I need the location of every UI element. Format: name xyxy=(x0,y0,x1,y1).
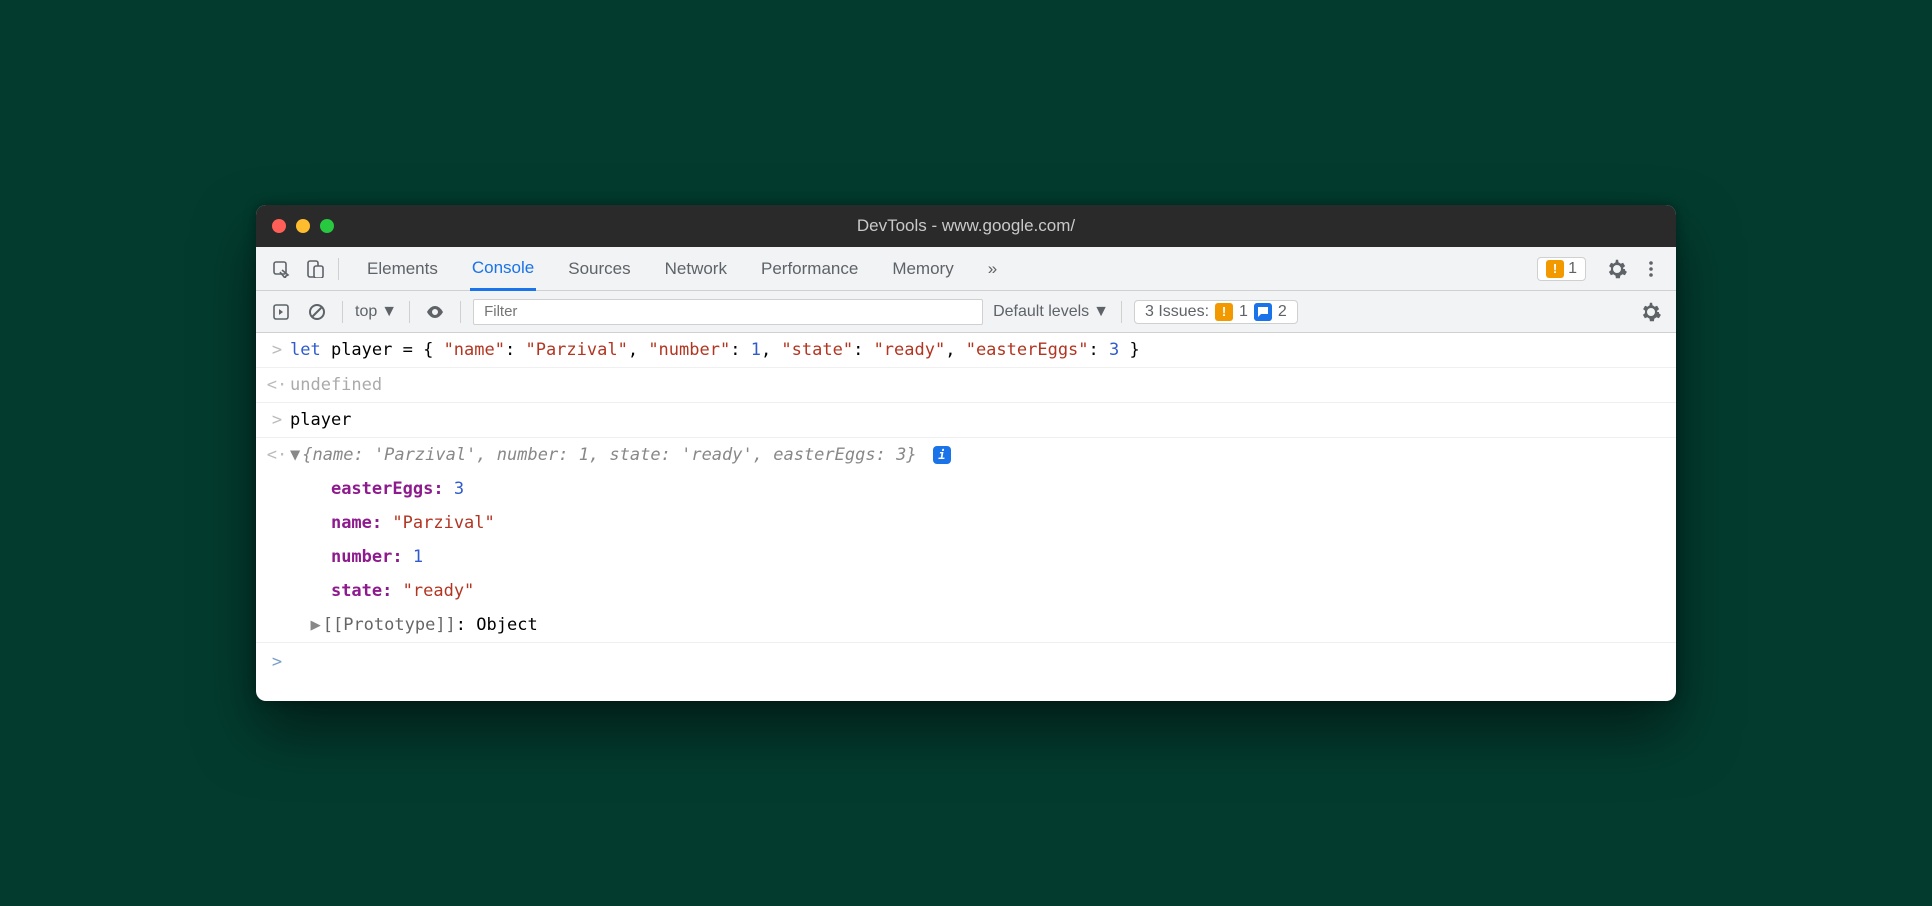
console-toolbar: top ▼ Default levels ▼ 3 Issues: ! 1 2 xyxy=(256,291,1676,333)
live-expression-icon[interactable] xyxy=(422,299,448,325)
warning-icon: ! xyxy=(1546,260,1564,278)
console-code: player xyxy=(290,405,1668,435)
input-prompt-icon: > xyxy=(264,335,290,365)
devtools-window: DevTools - www.google.com/ Elements Cons… xyxy=(256,205,1676,701)
info-icon[interactable]: i xyxy=(933,446,951,464)
window-title: DevTools - www.google.com/ xyxy=(857,216,1075,236)
chevron-down-icon: ▼ xyxy=(1093,303,1109,321)
filter-input[interactable] xyxy=(473,299,983,325)
console-sidebar-icon[interactable] xyxy=(268,299,294,325)
zoom-icon[interactable] xyxy=(320,219,334,233)
warnings-badge[interactable]: ! 1 xyxy=(1537,257,1586,281)
message-icon xyxy=(1254,303,1272,321)
console-output: > let player = { "name": "Parzival", "nu… xyxy=(256,333,1676,701)
triangle-right-icon[interactable]: ▶ xyxy=(310,610,320,640)
tab-network[interactable]: Network xyxy=(663,247,729,291)
console-input-row[interactable]: > player xyxy=(256,403,1676,438)
issues-msg-count: 2 xyxy=(1278,303,1287,321)
clear-console-icon[interactable] xyxy=(304,299,330,325)
separator xyxy=(1121,301,1122,323)
separator xyxy=(338,258,339,280)
console-output-row: <· undefined xyxy=(256,368,1676,403)
minimize-icon[interactable] xyxy=(296,219,310,233)
issues-button[interactable]: 3 Issues: ! 1 2 xyxy=(1134,300,1298,324)
context-label: top xyxy=(355,303,377,321)
warning-icon: ! xyxy=(1215,303,1233,321)
console-settings-icon[interactable] xyxy=(1638,299,1664,325)
console-input-row[interactable]: > let player = { "name": "Parzival", "nu… xyxy=(256,333,1676,368)
tab-performance[interactable]: Performance xyxy=(759,247,860,291)
settings-icon[interactable] xyxy=(1604,256,1630,282)
console-prompt[interactable]: > xyxy=(256,643,1676,681)
object-property-row[interactable]: number: 1 xyxy=(256,540,1676,574)
levels-label: Default levels xyxy=(993,303,1089,321)
object-property-row[interactable]: state: "ready" xyxy=(256,574,1676,608)
object-summary[interactable]: ▼{name: 'Parzival', number: 1, state: 'r… xyxy=(290,440,1668,470)
kebab-icon[interactable] xyxy=(1638,256,1664,282)
separator xyxy=(342,301,343,323)
log-levels-selector[interactable]: Default levels ▼ xyxy=(993,303,1109,321)
tab-memory[interactable]: Memory xyxy=(890,247,955,291)
device-toggle-icon[interactable] xyxy=(302,256,328,282)
issues-warn-count: 1 xyxy=(1239,303,1248,321)
traffic-lights xyxy=(272,219,334,233)
warnings-count: 1 xyxy=(1568,260,1577,278)
tabs: Elements Console Sources Network Perform… xyxy=(349,247,1015,291)
object-property-row[interactable]: name: "Parzival" xyxy=(256,506,1676,540)
context-selector[interactable]: top ▼ xyxy=(355,303,397,321)
object-property-row[interactable]: easterEggs: 3 xyxy=(256,472,1676,506)
tab-elements[interactable]: Elements xyxy=(365,247,440,291)
triangle-down-icon[interactable]: ▼ xyxy=(290,440,300,470)
close-icon[interactable] xyxy=(272,219,286,233)
console-code: let player = { "name": "Parzival", "numb… xyxy=(290,335,1668,365)
more-tabs-icon[interactable]: » xyxy=(986,247,999,291)
separator xyxy=(460,301,461,323)
output-icon: <· xyxy=(264,370,290,400)
tab-console[interactable]: Console xyxy=(470,247,536,291)
issues-label: 3 Issues: xyxy=(1145,303,1209,321)
console-output-row: <· ▼{name: 'Parzival', number: 1, state:… xyxy=(256,438,1676,472)
object-prototype-row[interactable]: ▶[[Prototype]]: Object xyxy=(256,608,1676,643)
inspect-icon[interactable] xyxy=(268,256,294,282)
console-value: undefined xyxy=(290,370,1668,400)
chevron-down-icon: ▼ xyxy=(381,303,397,321)
separator xyxy=(409,301,410,323)
input-prompt-icon: > xyxy=(264,647,290,677)
devtools-tabstrip: Elements Console Sources Network Perform… xyxy=(256,247,1676,291)
tab-sources[interactable]: Sources xyxy=(566,247,632,291)
input-prompt-icon: > xyxy=(264,405,290,435)
output-icon: <· xyxy=(264,440,290,470)
titlebar: DevTools - www.google.com/ xyxy=(256,205,1676,247)
